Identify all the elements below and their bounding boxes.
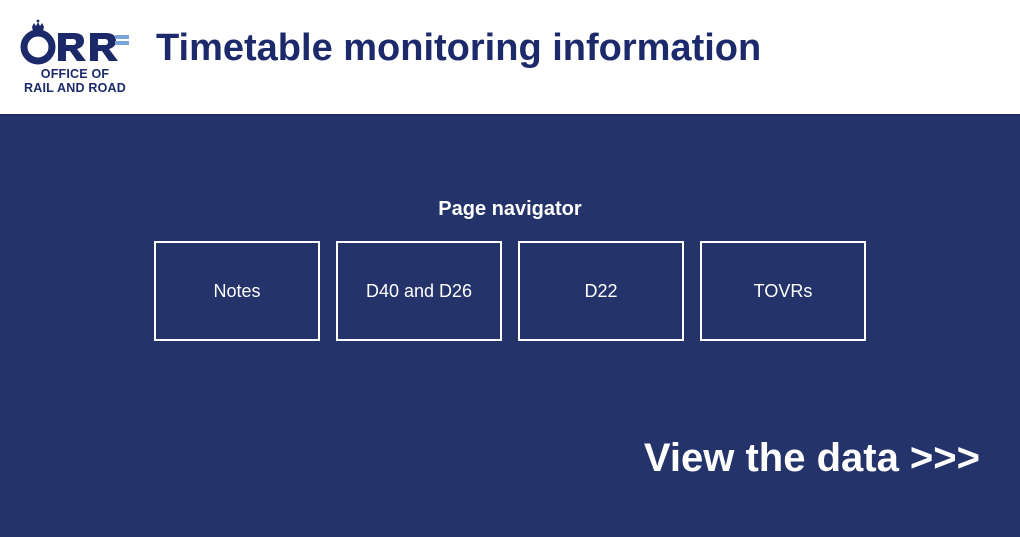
nav-button-tovrs[interactable]: TOVRs — [700, 241, 866, 341]
orr-logo-mark — [20, 19, 130, 65]
logo-line-2: RAIL AND ROAD — [24, 81, 126, 95]
nav-button-d40-d26[interactable]: D40 and D26 — [336, 241, 502, 341]
page-navigator-label: Page navigator — [438, 198, 581, 221]
nav-button-d22[interactable]: D22 — [518, 241, 684, 341]
nav-button-label: D22 — [584, 281, 617, 302]
logo-line-1: OFFICE OF — [24, 67, 126, 81]
nav-button-label: Notes — [213, 281, 260, 302]
nav-button-notes[interactable]: Notes — [154, 241, 320, 341]
header: OFFICE OF RAIL AND ROAD Timetable monito… — [0, 0, 1020, 116]
orr-logo-text: OFFICE OF RAIL AND ROAD — [24, 67, 126, 96]
nav-button-label: D40 and D26 — [366, 281, 472, 302]
nav-button-label: TOVRs — [754, 281, 813, 302]
page-title: Timetable monitoring information — [156, 27, 761, 70]
content-area: Page navigator Notes D40 and D26 D22 TOV… — [0, 116, 1020, 537]
view-data-link[interactable]: View the data >>> — [644, 436, 980, 481]
orr-logo: OFFICE OF RAIL AND ROAD — [20, 19, 130, 96]
nav-button-row: Notes D40 and D26 D22 TOVRs — [154, 241, 866, 341]
